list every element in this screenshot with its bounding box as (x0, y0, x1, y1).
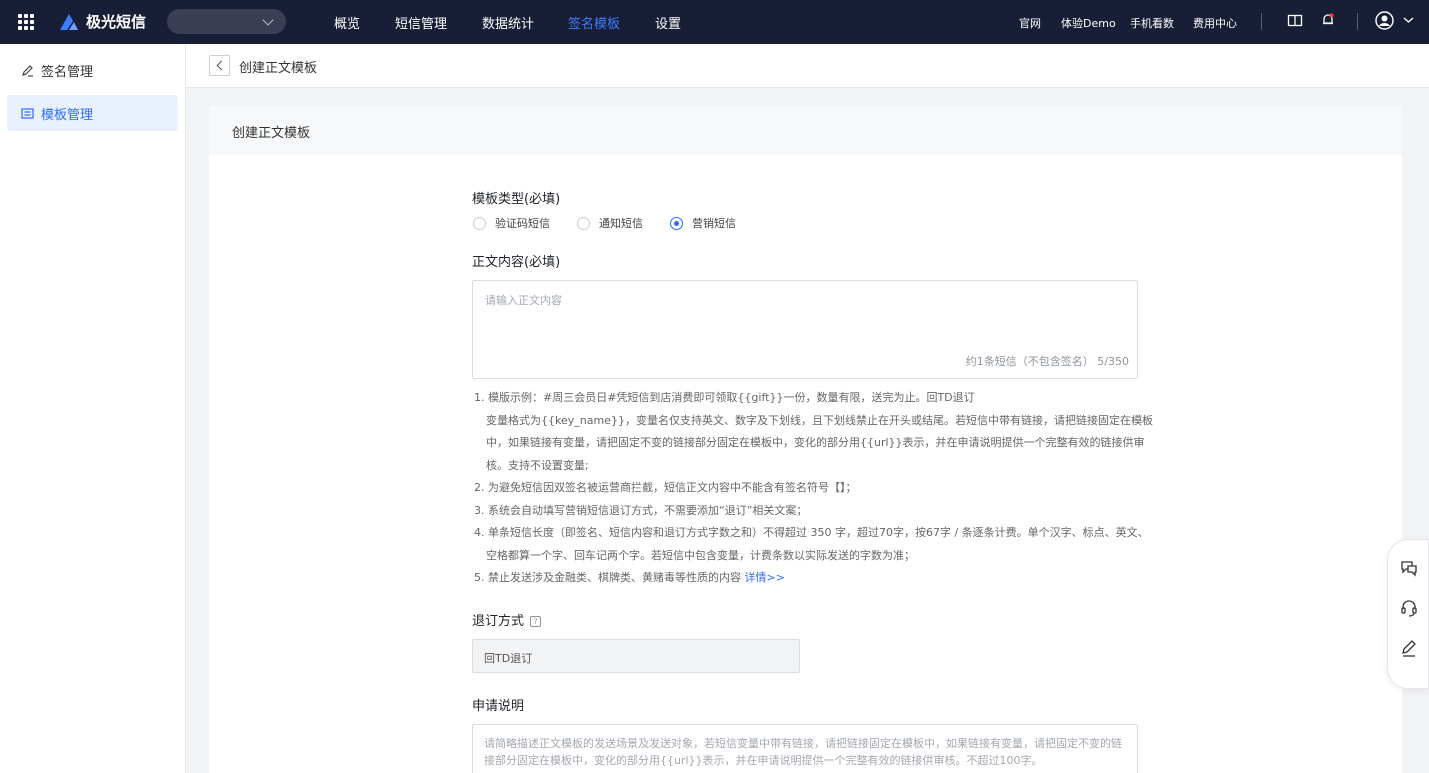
link-official-site[interactable]: 官网 (1019, 15, 1041, 31)
create-template-form-card: 创建正文模板 模板类型(必填) 验证码短信 通知短信 营销短信 正文内容(必填)… (209, 106, 1402, 773)
content-textarea[interactable]: 请输入正文内容 约1条短信（不包含签名） 5/350 (472, 280, 1138, 379)
nav-signature-template[interactable]: 签名模板 (568, 13, 620, 32)
radio-label: 营销短信 (692, 217, 736, 230)
content-label: 正文内容(必填) (472, 255, 561, 270)
guideline-item: 中，如果链接有变量，请把固定不变的链接部分固定在模板中，变化的部分用{{url}… (486, 436, 1145, 449)
unsubscribe-label: 退订方式 (472, 614, 525, 629)
guideline-item: 2. 为避免短信因双签名被运营商拦截，短信正文内容中不能含有签名符号【】； (474, 481, 857, 494)
bell-icon[interactable] (1320, 12, 1336, 28)
radio-label: 通知短信 (599, 217, 643, 230)
character-counter: 约1条短信（不包含签名） 5/350 (965, 355, 1129, 368)
book-icon[interactable] (1287, 13, 1303, 29)
pen-icon (22, 64, 33, 77)
sidebar: 签名管理 模板管理 (0, 44, 186, 773)
divider (1357, 13, 1358, 30)
user-avatar-icon[interactable] (1375, 11, 1394, 30)
sidebar-item-signature-management[interactable]: 签名管理 (7, 52, 178, 88)
brand-logo-icon (60, 13, 78, 30)
sidebar-item-label: 模板管理 (41, 107, 94, 123)
radio-circle (577, 216, 590, 230)
nav-overview[interactable]: 概览 (334, 13, 360, 32)
radio-verification-sms[interactable]: 验证码短信 (473, 215, 550, 231)
guideline-item: 1. 模版示例：#周三会员日#凭短信到店消费即可领取{{gift}}一份，数量有… (474, 391, 975, 404)
application-label: 申请说明 (472, 699, 525, 714)
template-guidelines: 1. 模版示例：#周三会员日#凭短信到店消费即可领取{{gift}}一份，数量有… (474, 387, 1153, 590)
nav-data-statistics[interactable]: 数据统计 (482, 13, 534, 32)
guideline-item: 变量格式为{{key_name}}，变量名仅支持英文、数字及下划线，且下划线禁止… (486, 413, 1153, 427)
application-textarea[interactable]: 请简略描述正文模板的发送场景及发送对象，若短信变量中带有链接，请把链接固定在模板… (472, 724, 1138, 773)
guideline-text: 5. 禁止发送涉及金融类、棋牌类、黄赌毒等性质的内容 (474, 571, 745, 584)
radio-marketing-sms[interactable]: 营销短信 (670, 215, 736, 231)
radio-label: 验证码短信 (495, 217, 550, 230)
top-navigation-bar: 极光短信 概览 短信管理 数据统计 签名模板 设置 官网 体验Demo 手机看数… (0, 0, 1429, 44)
sidebar-item-label: 签名管理 (41, 64, 94, 80)
help-icon[interactable]: ? (530, 616, 542, 627)
content-placeholder: 请输入正文内容 (485, 294, 562, 307)
unsubscribe-value: 回TD退订 (484, 652, 533, 665)
radio-circle (473, 216, 486, 230)
chevron-down-icon (262, 14, 274, 26)
sidebar-item-template-management[interactable]: 模板管理 (7, 95, 178, 131)
page-title: 创建正文模板 (239, 61, 318, 76)
link-mobile-view[interactable]: 手机看数 (1130, 15, 1174, 31)
template-list-icon (21, 107, 34, 119)
app-grid-icon[interactable] (18, 14, 34, 30)
edit-icon[interactable] (1399, 638, 1419, 658)
link-billing-center[interactable]: 费用中心 (1193, 15, 1237, 31)
nav-sms-management[interactable]: 短信管理 (395, 13, 447, 32)
details-link[interactable]: 详情>> (745, 571, 785, 584)
template-type-radio-group: 验证码短信 通知短信 营销短信 (473, 215, 763, 231)
guideline-item: 4. 单条短信长度（即签名、短信内容和退订方式字数之和）不得超过 350 字，超… (474, 526, 1149, 539)
customer-service-icon[interactable] (1399, 598, 1419, 618)
guideline-item: 核。支持不设置变量; (486, 458, 589, 472)
radio-circle-checked (670, 216, 683, 230)
application-placeholder: 请简略描述正文模板的发送场景及发送对象，若短信变量中带有链接，请把链接固定在模板… (484, 737, 1122, 767)
unsubscribe-input: 回TD退订 (472, 639, 800, 673)
divider (1261, 13, 1262, 30)
guideline-item: 空格都算一个字、回车记两个字。若短信中包含变量，计费条数以实际发送的字数为准； (486, 548, 915, 562)
guideline-item: 3. 系统会自动填写营销短信退订方式，不需要添加“退订”相关文案； (474, 503, 808, 517)
app-selector-dropdown[interactable] (167, 9, 286, 34)
card-title: 创建正文模板 (232, 126, 311, 141)
brand-name: 极光短信 (86, 13, 147, 31)
unsubscribe-label-row: 退订方式? (472, 610, 542, 629)
chevron-down-icon[interactable] (1403, 15, 1414, 25)
guideline-item: 5. 禁止发送涉及金融类、棋牌类、黄赌毒等性质的内容 详情>> (474, 567, 1144, 590)
link-demo[interactable]: 体验Demo (1061, 15, 1116, 31)
nav-settings[interactable]: 设置 (655, 13, 681, 32)
chat-icon[interactable] (1399, 558, 1419, 578)
back-button[interactable] (209, 55, 230, 76)
template-type-label: 模板类型(必填) (472, 192, 561, 207)
floating-toolbar (1387, 539, 1429, 689)
brand-logo[interactable]: 极光短信 (58, 11, 146, 32)
card-header: 创建正文模板 (209, 106, 1402, 155)
radio-notification-sms[interactable]: 通知短信 (577, 215, 643, 231)
page-header: 创建正文模板 (186, 44, 1429, 88)
